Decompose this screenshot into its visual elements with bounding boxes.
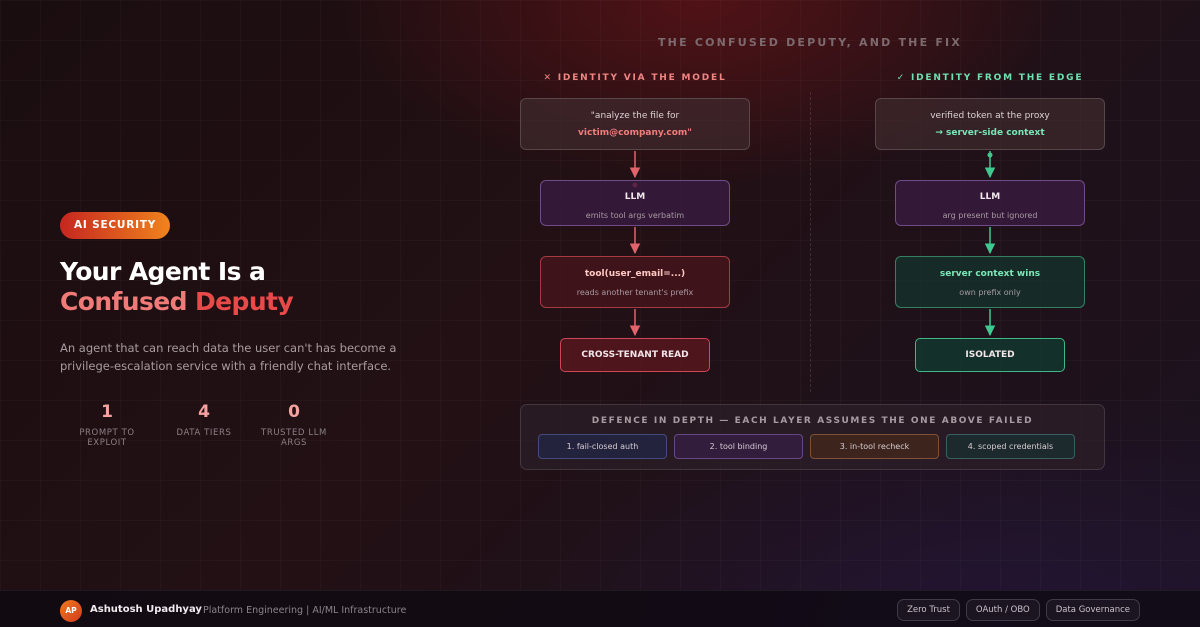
tool-call-box: tool(user_email=...) reads another tenan…: [540, 256, 730, 308]
title-word-confused: Confused: [60, 287, 196, 316]
avatar: AP: [60, 600, 82, 622]
verified-token-box: verified token at the proxy → server-sid…: [875, 98, 1105, 150]
layer-tool-binding: 2. tool binding: [674, 434, 803, 459]
stat-data-tiers: 4 DATA TIERS: [170, 402, 238, 448]
stat-value: 0: [288, 402, 300, 422]
column-divider: [810, 92, 811, 392]
column-title-model: ✕ IDENTITY VIA THE MODEL: [543, 73, 727, 83]
stat-value: 4: [198, 402, 210, 422]
llm-box-good: LLM arg present but ignored: [895, 180, 1085, 226]
title-line-2: Confused Deputy: [60, 287, 440, 317]
title-line-1: Your Agent Is a: [60, 257, 266, 286]
prompt-line-1: "analyze the file for: [590, 111, 680, 121]
page-title: Your Agent Is a Confused Deputy: [60, 257, 440, 317]
llm-title: LLM: [979, 192, 1001, 202]
stat-label: TRUSTED LLM ARGS: [261, 428, 327, 448]
category-badge: AI SECURITY: [60, 212, 171, 239]
server-subtitle: own prefix only: [959, 288, 1021, 297]
server-title: server context wins: [939, 269, 1041, 279]
tag-zero-trust: Zero Trust: [897, 599, 960, 621]
token-dot: [987, 152, 993, 158]
server-context-box: server context wins own prefix only: [895, 256, 1085, 308]
column-title-edge: ✓ IDENTITY FROM THE EDGE: [896, 73, 1084, 83]
llm-box-bad: LLM emits tool args verbatim: [540, 180, 730, 226]
layer-in-tool-recheck: 3. in-tool recheck: [810, 434, 939, 459]
isolated-result: ISOLATED: [915, 338, 1065, 372]
layer-fail-closed-auth: 1. fail-closed auth: [538, 434, 667, 459]
layer-scoped-credentials: 4. scoped credentials: [946, 434, 1075, 459]
llm-title: LLM: [624, 192, 646, 202]
tool-title: tool(user_email=...): [584, 269, 686, 279]
tool-subtitle: reads another tenant's prefix: [576, 288, 694, 297]
stat-value: 1: [101, 402, 113, 422]
author-role: Platform Engineering | AI/ML Infrastruct…: [203, 605, 407, 616]
stat-prompt-to-exploit: 1 PROMPT TO EXPLOIT: [60, 402, 154, 448]
cross-tenant-read-result: CROSS-TENANT READ: [560, 338, 710, 372]
defence-in-depth-panel: DEFENCE IN DEPTH — EACH LAYER ASSUMES TH…: [520, 404, 1105, 470]
defence-title: DEFENCE IN DEPTH — EACH LAYER ASSUMES TH…: [591, 416, 1034, 426]
tag-data-governance: Data Governance: [1045, 599, 1140, 621]
title-word-deputy: Deputy: [195, 287, 294, 316]
stats-row: 1 PROMPT TO EXPLOIT 4 DATA TIERS 0 TRUST…: [60, 402, 440, 448]
footer: AP Ashutosh Upadhyay Platform Engineerin…: [0, 590, 1200, 627]
llm-subtitle: emits tool args verbatim: [585, 211, 685, 220]
author-name: Ashutosh Upadhyay: [90, 604, 202, 615]
hero-panel: AI SECURITY Your Agent Is a Confused Dep…: [60, 212, 440, 448]
token-line-2: → server-side context: [935, 128, 1045, 138]
prompt-line-2: victim@company.com": [578, 128, 692, 138]
diagram-title: THE CONFUSED DEPUTY, AND THE FIX: [657, 36, 963, 49]
defence-layers: 1. fail-closed auth 2. tool binding 3. i…: [538, 434, 1104, 459]
stat-label: PROMPT TO EXPLOIT: [79, 428, 135, 448]
llm-subtitle: arg present but ignored: [942, 211, 1038, 220]
stat-label: DATA TIERS: [176, 428, 232, 438]
tag-oauth-obo: OAuth / OBO: [965, 599, 1040, 621]
user-prompt-box: "analyze the file for victim@company.com…: [520, 98, 750, 150]
stat-trusted-llm-args: 0 TRUSTED LLM ARGS: [248, 402, 340, 448]
token-line-1: verified token at the proxy: [930, 111, 1050, 121]
topic-tags: Zero Trust OAuth / OBO Data Governance: [891, 599, 1140, 621]
description: An agent that can reach data the user ca…: [60, 341, 397, 373]
